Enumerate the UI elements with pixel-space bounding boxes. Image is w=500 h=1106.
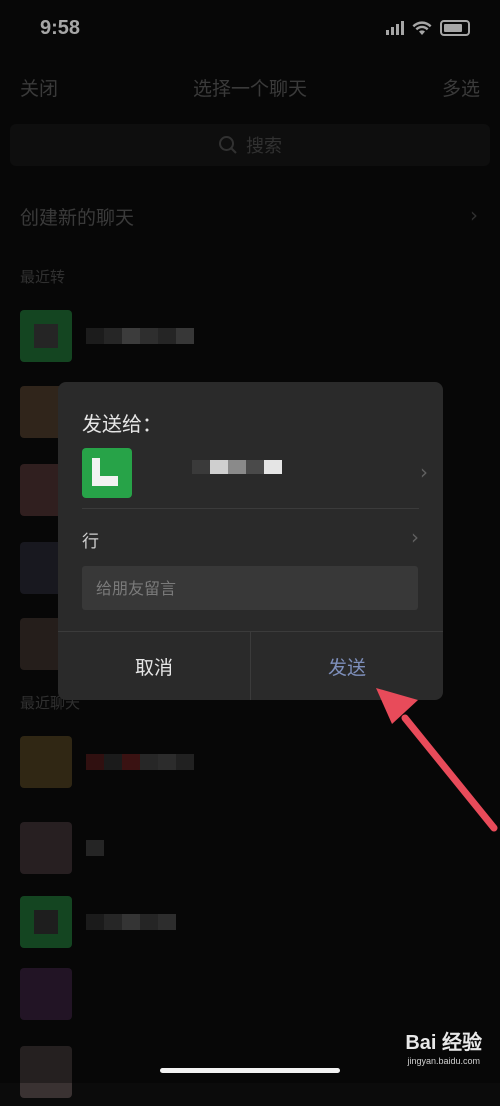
watermark-url: jingyan.baidu.com: [407, 1056, 480, 1066]
home-indicator[interactable]: [160, 1068, 340, 1073]
watermark-logo: Bai 经验: [405, 1032, 482, 1054]
annotation-arrow-icon: [376, 688, 498, 832]
